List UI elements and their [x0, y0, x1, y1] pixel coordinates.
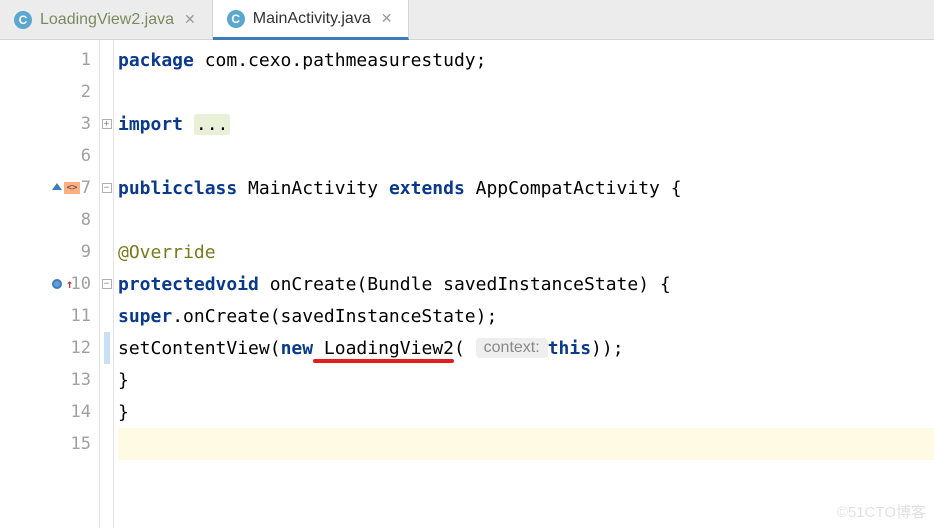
tab-loadingview2[interactable]: C LoadingView2.java ✕ [0, 0, 213, 39]
class-icon: C [227, 10, 245, 28]
code-area[interactable]: package com.cexo.pathmeasurestudy; impor… [114, 40, 934, 528]
tab-label: LoadingView2.java [40, 11, 174, 29]
code-line[interactable]: package com.cexo.pathmeasurestudy; [118, 44, 934, 76]
line-number[interactable]: 6 [0, 140, 99, 172]
line-number[interactable]: 11 [0, 300, 99, 332]
line-number[interactable]: 12 [0, 332, 99, 364]
fold-collapse-icon[interactable]: − [102, 279, 112, 289]
caret-line-marker [104, 332, 110, 364]
class-icon: C [14, 11, 32, 29]
override-gutter-icon[interactable]: ↑ [52, 277, 73, 291]
code-line[interactable]: import ... [118, 108, 934, 140]
code-line[interactable]: } [118, 396, 934, 428]
line-number[interactable]: 13 [0, 364, 99, 396]
tab-mainactivity[interactable]: C MainActivity.java ✕ [213, 0, 410, 40]
line-number[interactable]: 1 [0, 44, 99, 76]
code-line[interactable]: public class MainActivity extends AppCom… [118, 172, 934, 204]
fold-collapse-icon[interactable]: − [102, 183, 112, 193]
code-line[interactable]: super.onCreate(savedInstanceState); [118, 300, 934, 332]
line-number[interactable]: 14 [0, 396, 99, 428]
class-gutter-icon[interactable]: <> [52, 182, 80, 194]
code-line[interactable]: } [118, 364, 934, 396]
code-line[interactable] [118, 76, 934, 108]
line-number[interactable]: 15 [0, 428, 99, 460]
code-line[interactable]: @Override [118, 236, 934, 268]
tab-bar: C LoadingView2.java ✕ C MainActivity.jav… [0, 0, 934, 40]
line-number[interactable]: 10 ↑ [0, 268, 99, 300]
line-number[interactable]: 2 [0, 76, 99, 108]
line-number[interactable]: 3 [0, 108, 99, 140]
tab-label: MainActivity.java [253, 10, 371, 28]
folded-region[interactable]: ... [194, 114, 231, 135]
editor: 1 2 3 6 7 <> 8 9 10 ↑ 11 12 13 14 15 + − [0, 40, 934, 528]
code-line[interactable] [118, 204, 934, 236]
fold-expand-icon[interactable]: + [102, 119, 112, 129]
error-underline: LoadingView2 [313, 338, 454, 359]
fold-column: + − − [100, 40, 114, 528]
code-line[interactable] [118, 428, 934, 460]
line-number[interactable]: 9 [0, 236, 99, 268]
code-line[interactable] [118, 140, 934, 172]
line-number[interactable]: 8 [0, 204, 99, 236]
code-line[interactable]: setContentView(new LoadingView2( context… [118, 332, 934, 364]
close-icon[interactable]: ✕ [379, 10, 395, 27]
line-number[interactable]: 7 <> [0, 172, 99, 204]
close-icon[interactable]: ✕ [182, 11, 198, 28]
code-line[interactable]: protected void onCreate(Bundle savedInst… [118, 268, 934, 300]
gutter: 1 2 3 6 7 <> 8 9 10 ↑ 11 12 13 14 15 [0, 40, 100, 528]
parameter-hint: context: [476, 338, 548, 358]
